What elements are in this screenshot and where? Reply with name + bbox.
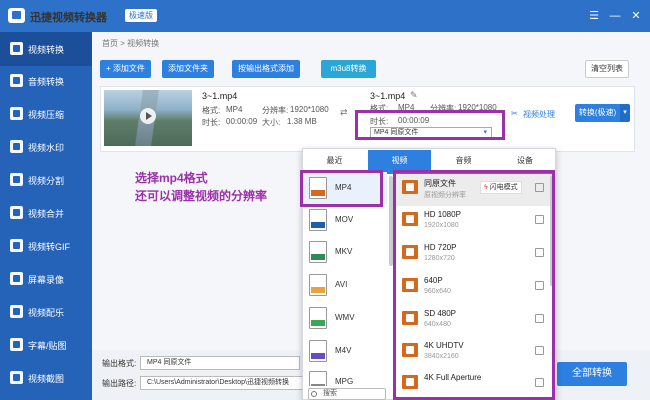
- convert-all-button[interactable]: 全部转换: [557, 362, 627, 386]
- screen-record-icon: [10, 272, 23, 285]
- sidebar-item-label: 视频分割: [28, 176, 65, 186]
- shuffle-arrow-icon: ⇄: [340, 107, 348, 117]
- sidebar-item-label: 屏幕录像: [28, 275, 65, 285]
- sidebar-item-video-screenshot[interactable]: 视频截图: [0, 361, 92, 395]
- minimize-icon[interactable]: —: [607, 8, 623, 24]
- sidebar-item-video-music[interactable]: 视频配乐: [0, 295, 92, 329]
- format-item-mpg[interactable]: MPG: [303, 366, 387, 386]
- resolution-highlight-box: [393, 170, 555, 400]
- sidebar-item-label: 视频截图: [28, 374, 65, 384]
- clear-list-button[interactable]: 清空列表: [585, 60, 629, 78]
- video-split-icon: [10, 173, 23, 186]
- play-icon[interactable]: [140, 108, 156, 124]
- mp4-highlight-box: [300, 170, 383, 207]
- add-file-button[interactable]: + 添加文件: [100, 60, 151, 78]
- size-label: 大小:: [262, 118, 281, 127]
- format-item-m4v[interactable]: M4V: [303, 335, 387, 367]
- video-process-link[interactable]: 视频处理: [523, 109, 555, 120]
- mpg-file-icon: [309, 371, 327, 386]
- format-item-mov[interactable]: MOV: [303, 204, 387, 236]
- duration-value: 00:00:09: [226, 117, 258, 126]
- output-path-input[interactable]: C:\Users\Administrator\Desktop\迅捷视频转换: [140, 376, 310, 390]
- audio-convert-icon: [10, 74, 23, 87]
- sidebar-item-label: 字幕/贴图: [28, 341, 67, 351]
- resolution-value: 1920*1080: [290, 105, 329, 114]
- subtitle-icon: [10, 338, 23, 351]
- m3u8-button[interactable]: m3u8转换: [321, 60, 376, 78]
- video-convert-icon: [10, 42, 23, 55]
- mkv-file-icon: [309, 241, 327, 263]
- add-by-format-button[interactable]: 按输出格式添加: [232, 60, 300, 78]
- tab-device[interactable]: 设备: [496, 150, 554, 172]
- format-item-avi[interactable]: AVI: [303, 269, 387, 301]
- format-label: MKV: [335, 247, 353, 256]
- app-title: 迅捷视频转换器: [30, 12, 107, 24]
- size-value: 1.38 MB: [287, 117, 317, 126]
- edit-name-icon[interactable]: ✎: [410, 90, 418, 101]
- mov-file-icon: [309, 209, 327, 231]
- annotation-text: 选择mp4格式 还可以调整视频的分辨率: [135, 169, 267, 205]
- convert-dropdown-icon[interactable]: ▾: [620, 104, 630, 122]
- sidebar-item-video-watermark[interactable]: 视频水印: [0, 130, 92, 164]
- watermark-icon: [10, 140, 23, 153]
- sidebar-item-audio-convert[interactable]: 音频转换: [0, 64, 92, 98]
- format-value: MP4: [226, 105, 243, 114]
- format-label: M4V: [335, 346, 352, 355]
- sidebar-item-label: 视频转换: [28, 45, 65, 55]
- tab-audio[interactable]: 音频: [432, 150, 495, 172]
- music-icon: [10, 305, 23, 318]
- convert-button[interactable]: 转换(极速): [575, 104, 620, 122]
- format-label: WMV: [335, 313, 355, 322]
- avi-file-icon: [309, 274, 327, 296]
- add-folder-button[interactable]: 添加文件夹: [162, 60, 214, 78]
- sidebar-item-video-merge[interactable]: 视频合并: [0, 196, 92, 230]
- sidebar-item-video-convert[interactable]: 视频转换: [0, 32, 92, 66]
- sidebar-item-video-to-gif[interactable]: 视频转GIF: [0, 229, 92, 263]
- format-highlight-box: [355, 110, 505, 140]
- sidebar-item-label: 视频合并: [28, 209, 65, 219]
- screenshot-icon: [10, 371, 23, 384]
- format-label: 格式:: [202, 106, 221, 115]
- sidebar-item-label: 视频压缩: [28, 110, 65, 120]
- sidebar-item-label: 视频配乐: [28, 308, 65, 318]
- wmv-file-icon: [309, 307, 327, 329]
- sidebar-item-screen-record[interactable]: 屏幕录像: [0, 262, 92, 296]
- sidebar-item-label: 视频水印: [28, 143, 65, 153]
- sidebar-item-video-compress[interactable]: 视频压缩: [0, 97, 92, 131]
- close-icon[interactable]: ✕: [628, 8, 644, 24]
- m4v-file-icon: [309, 340, 327, 362]
- format-label: MPG: [335, 377, 354, 386]
- duration-label: 时长:: [202, 118, 221, 127]
- annotation-line-1: 选择mp4格式: [135, 171, 208, 185]
- output-format-label-bottom: 输出格式:: [102, 359, 137, 368]
- format-search-input[interactable]: 搜索: [308, 388, 386, 400]
- output-path-label: 输出路径:: [102, 379, 137, 388]
- gif-icon: [10, 239, 23, 252]
- format-label: MOV: [335, 215, 354, 224]
- edition-badge: 极速版: [125, 9, 157, 22]
- app-logo-icon: [8, 8, 25, 23]
- video-process-icon[interactable]: ✂: [511, 109, 518, 118]
- sidebar-item-video-split[interactable]: 视频分割: [0, 163, 92, 197]
- format-item-mkv[interactable]: MKV: [303, 236, 387, 268]
- resolution-label: 分辨率:: [262, 106, 289, 115]
- annotation-line-2: 还可以调整视频的分辨率: [135, 189, 268, 203]
- breadcrumb: 首页 > 视频转换: [102, 39, 160, 48]
- output-file-name: 3~1.mp4: [370, 91, 406, 101]
- video-compress-icon: [10, 107, 23, 120]
- tab-recent[interactable]: 最近: [303, 150, 366, 172]
- file-name: 3~1.mp4: [202, 91, 238, 101]
- format-item-wmv[interactable]: WMV: [303, 302, 387, 334]
- tab-video[interactable]: 视频: [368, 150, 431, 172]
- sidebar-item-label: 视频转GIF: [28, 242, 70, 252]
- format-label: AVI: [335, 280, 348, 289]
- bottom-output-format-select[interactable]: MP4 同原文件: [140, 356, 300, 370]
- video-merge-icon: [10, 206, 23, 219]
- sidebar-item-subtitle[interactable]: 字幕/贴图: [0, 328, 92, 362]
- sidebar-item-label: 音频转换: [28, 77, 65, 87]
- menu-icon[interactable]: ☰: [586, 8, 602, 24]
